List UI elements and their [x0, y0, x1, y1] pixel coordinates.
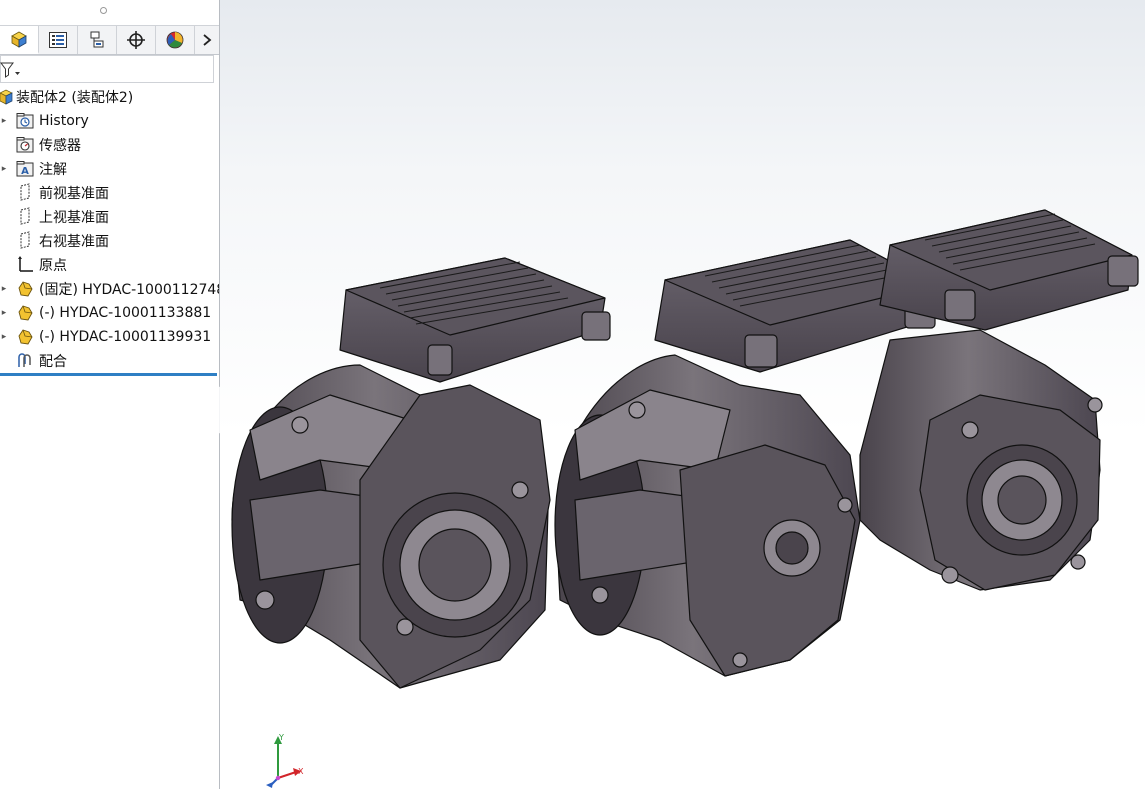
tree-item-front-plane[interactable]: 前视基准面 [0, 181, 219, 205]
hydac-part-3-model[interactable] [859, 209, 1139, 591]
hydac-part-1-model[interactable] [231, 257, 611, 689]
tree-item-label: 右视基准面 [39, 234, 109, 250]
svg-text:A: A [21, 166, 29, 177]
tree-item-annotations[interactable]: ▸ A 注解 [0, 157, 219, 181]
feature-manager-panel: 装配体2 (装配体2) ▸ History 传感器 ▸ A 注解 前视基准面 上… [0, 0, 220, 789]
tree-root-label: 装配体2 (装配体2) [16, 90, 134, 106]
tree-item-sensors[interactable]: 传感器 [0, 133, 219, 157]
assembly-model-view[interactable] [220, 0, 1145, 789]
configurationmanager-icon [90, 31, 104, 48]
tree-item-label: 原点 [39, 258, 67, 274]
panel-grip[interactable] [0, 0, 219, 22]
triad-x-label: X [298, 767, 304, 776]
display-manager-icon [166, 31, 184, 49]
filter-icon[interactable] [0, 62, 22, 78]
mates-icon [18, 353, 31, 367]
propertymanager-icon [49, 32, 67, 48]
tabs-more-button[interactable] [195, 26, 219, 54]
tree-item-right-plane[interactable]: 右视基准面 [0, 229, 219, 253]
tree-item-part-3[interactable]: ▸ (-) HYDAC-10001139931 [0, 325, 219, 349]
tree-filter-field[interactable] [0, 55, 214, 83]
tree-root[interactable]: 装配体2 (装配体2) [0, 85, 219, 109]
tree-item-origin[interactable]: 原点 [0, 253, 219, 277]
expand-arrow-icon[interactable]: ▸ [0, 277, 8, 301]
tab-configurationmanager[interactable] [78, 26, 117, 54]
tree-item-label: 前视基准面 [39, 186, 109, 202]
tree-item-label: 配合 [39, 354, 67, 370]
part-icon [18, 329, 33, 345]
tree-item-top-plane[interactable]: 上视基准面 [0, 205, 219, 229]
expand-arrow-icon[interactable]: ▸ [0, 301, 8, 325]
tree-item-history[interactable]: ▸ History [0, 109, 219, 133]
plane-icon [20, 183, 30, 201]
plane-icon [20, 207, 30, 225]
part-icon [18, 281, 33, 297]
tree-item-label: 注解 [39, 162, 67, 178]
part-icon [18, 305, 33, 321]
featuremanager-icon [11, 31, 27, 48]
history-folder-icon [16, 113, 34, 129]
tab-dimxpert[interactable] [117, 26, 156, 54]
graphics-viewport[interactable] [220, 0, 1145, 789]
grip-dot-icon [100, 7, 107, 14]
chevron-right-icon [203, 34, 212, 46]
tree-item-part-1[interactable]: ▸ (固定) HYDAC-10001127486 [0, 277, 219, 301]
expand-arrow-icon[interactable]: ▸ [0, 157, 8, 181]
tree-separator [0, 373, 217, 376]
manager-tabs [0, 25, 219, 55]
tree-item-label: 传感器 [39, 138, 81, 154]
expand-arrow-icon[interactable]: ▸ [0, 325, 8, 349]
tab-display-manager[interactable] [156, 26, 195, 54]
expand-arrow-icon[interactable]: ▸ [0, 109, 8, 133]
plane-icon [20, 231, 30, 249]
reference-triad: Y X [266, 733, 304, 788]
sensors-folder-icon [16, 137, 34, 153]
dimxpert-icon [127, 31, 145, 49]
tree-item-part-2[interactable]: ▸ (-) HYDAC-10001133881 [0, 301, 219, 325]
assembly-icon [0, 89, 13, 105]
tree-item-label: (-) HYDAC-10001139931 [39, 329, 212, 345]
tree-item-label: (-) HYDAC-10001133881 [39, 305, 212, 321]
tab-featuremanager[interactable] [0, 26, 39, 54]
tree-item-label: 上视基准面 [39, 210, 109, 226]
tree-item-label: History [39, 113, 89, 129]
origin-icon [18, 256, 33, 272]
tree-item-mates[interactable]: 配合 [0, 349, 219, 373]
annotations-folder-icon: A [16, 161, 34, 177]
triad-y-label: Y [278, 733, 284, 742]
tree-item-label: (固定) HYDAC-10001127486 [39, 282, 219, 298]
tab-propertymanager[interactable] [39, 26, 78, 54]
